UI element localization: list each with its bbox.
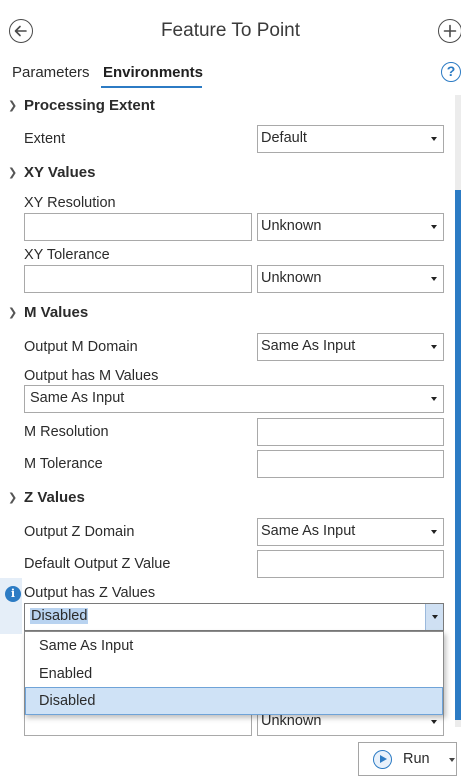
xy-resolution-input[interactable] xyxy=(24,213,252,241)
section-title: Z Values xyxy=(24,489,85,506)
xy-resolution-unit-dropdown[interactable]: Unknown xyxy=(257,213,444,241)
chevron-down-icon xyxy=(431,345,437,349)
option-disabled[interactable]: Disabled xyxy=(25,687,443,715)
tab-environments[interactable]: Environments xyxy=(103,64,203,81)
chevron-down-icon: ❯ xyxy=(8,307,18,319)
dropdown-toggle[interactable] xyxy=(425,604,443,630)
section-title: M Values xyxy=(24,304,89,321)
chevron-down-icon xyxy=(431,277,437,281)
chevron-down-icon xyxy=(431,397,437,401)
m-resolution-input[interactable] xyxy=(257,418,444,446)
chevron-down-icon xyxy=(432,615,438,619)
dropdown-selected-value: Disabled xyxy=(30,608,89,624)
section-m-values[interactable]: ❯ M Values xyxy=(8,304,88,321)
tab-bar: Parameters Environments xyxy=(0,62,461,90)
active-tab-indicator xyxy=(101,86,202,88)
output-z-domain-dropdown[interactable]: Same As Input xyxy=(257,518,444,546)
info-icon[interactable]: i xyxy=(5,586,21,602)
extent-value: Default xyxy=(261,130,307,146)
section-title: Processing Extent xyxy=(24,97,155,114)
output-has-z-label: Output has Z Values xyxy=(24,585,156,601)
unit-value: Unknown xyxy=(261,713,322,729)
output-m-domain-label: Output M Domain xyxy=(24,339,138,355)
section-xy-values[interactable]: ❯ XY Values xyxy=(8,164,95,181)
chevron-down-icon: ❯ xyxy=(8,167,18,179)
chevron-down-icon xyxy=(431,137,437,141)
m-resolution-label: M Resolution xyxy=(24,424,109,440)
chevron-down-icon: ❯ xyxy=(8,492,18,504)
default-output-z-input[interactable] xyxy=(257,550,444,578)
m-tolerance-label: M Tolerance xyxy=(24,456,103,472)
dropdown-options-list: Same As Input Enabled Disabled xyxy=(24,631,444,715)
scrollbar-thumb[interactable] xyxy=(455,190,461,720)
dropdown-value: Same As Input xyxy=(261,338,356,354)
output-has-m-label: Output has M Values xyxy=(24,368,159,384)
extent-dropdown[interactable]: Default xyxy=(257,125,444,153)
run-label: Run xyxy=(403,751,430,767)
xy-resolution-label: XY Resolution xyxy=(24,195,116,211)
dropdown-value: Same As Input xyxy=(261,523,356,539)
m-tolerance-input[interactable] xyxy=(257,450,444,478)
output-m-domain-dropdown[interactable]: Same As Input xyxy=(257,333,444,361)
dropdown-value: Same As Input xyxy=(30,390,125,406)
default-output-z-label: Default Output Z Value xyxy=(24,556,171,572)
xy-tolerance-input[interactable] xyxy=(24,265,252,293)
extent-label: Extent xyxy=(24,131,66,147)
tab-parameters[interactable]: Parameters xyxy=(12,64,90,81)
section-title: XY Values xyxy=(24,164,96,181)
output-has-z-dropdown[interactable]: Disabled xyxy=(24,603,444,631)
unit-value: Unknown xyxy=(261,218,322,234)
run-button[interactable]: Run xyxy=(358,742,457,776)
output-has-m-dropdown[interactable]: Same As Input xyxy=(24,385,444,413)
option-same-as-input[interactable]: Same As Input xyxy=(25,632,443,660)
chevron-down-icon: ❯ xyxy=(8,100,18,112)
plus-icon[interactable] xyxy=(438,19,461,43)
chevron-down-icon xyxy=(431,225,437,229)
tool-title: Feature To Point xyxy=(160,20,301,41)
option-enabled[interactable]: Enabled xyxy=(25,660,443,688)
chevron-down-icon xyxy=(431,530,437,534)
output-z-domain-label: Output Z Domain xyxy=(24,524,135,540)
help-icon[interactable]: ? xyxy=(441,62,461,82)
chevron-down-icon xyxy=(431,720,437,724)
section-processing-extent[interactable]: ❯ Processing Extent xyxy=(8,97,155,114)
xy-tolerance-unit-dropdown[interactable]: Unknown xyxy=(257,265,444,293)
section-z-values[interactable]: ❯ Z Values xyxy=(8,489,85,506)
chevron-down-icon[interactable] xyxy=(449,758,455,762)
tool-header: Feature To Point xyxy=(0,0,461,62)
xy-tolerance-label: XY Tolerance xyxy=(24,247,110,263)
play-icon xyxy=(373,750,392,769)
unit-value: Unknown xyxy=(261,270,322,286)
